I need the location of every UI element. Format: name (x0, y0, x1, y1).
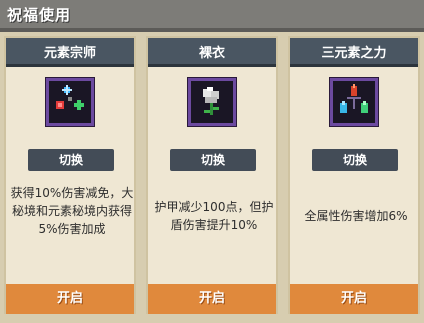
start-button[interactable]: 开启 (148, 284, 276, 314)
card-title-bar: 元素宗师 (6, 38, 134, 64)
card-divider (148, 64, 276, 67)
three-elements-icon (330, 78, 378, 126)
naked-flower-icon (188, 78, 236, 126)
panel-title: 祝福使用 (7, 6, 72, 24)
switch-button[interactable]: 切换 (170, 149, 256, 171)
card-title: 三元素之力 (321, 46, 387, 61)
element-master-icon (46, 78, 94, 126)
panel-header: 祝福使用 (0, 0, 424, 28)
card-description: 获得10%伤害减免，大秘境和元素秘境内获得5%伤害加成 (10, 186, 134, 236)
switch-button[interactable]: 切换 (312, 149, 398, 171)
start-button[interactable]: 开启 (6, 284, 134, 314)
start-button[interactable]: 开启 (290, 284, 418, 314)
card-divider (290, 64, 418, 67)
blessing-card-naked: 裸衣 切换 护甲减少100点，但护盾伤害提升10% 开启 (146, 36, 278, 314)
header-divider (0, 28, 424, 32)
card-divider (6, 64, 134, 67)
card-title: 元素宗师 (43, 46, 96, 61)
card-description: 全属性伤害增加6% (304, 209, 408, 223)
blessing-card-three-elements: 三元素之力 切换 全属性伤害增加6% 开启 (288, 36, 420, 314)
card-title-bar: 裸衣 (148, 38, 276, 64)
card-description: 护甲减少100点，但护盾伤害提升10% (154, 200, 274, 232)
blessing-card-element-master: 元素宗师 切换 获得10%伤害减免，大秘境和元素秘境内获得5%伤害加成 开启 (4, 36, 136, 314)
switch-button[interactable]: 切换 (28, 149, 114, 171)
card-title-bar: 三元素之力 (290, 38, 418, 64)
card-title: 裸衣 (198, 46, 225, 61)
